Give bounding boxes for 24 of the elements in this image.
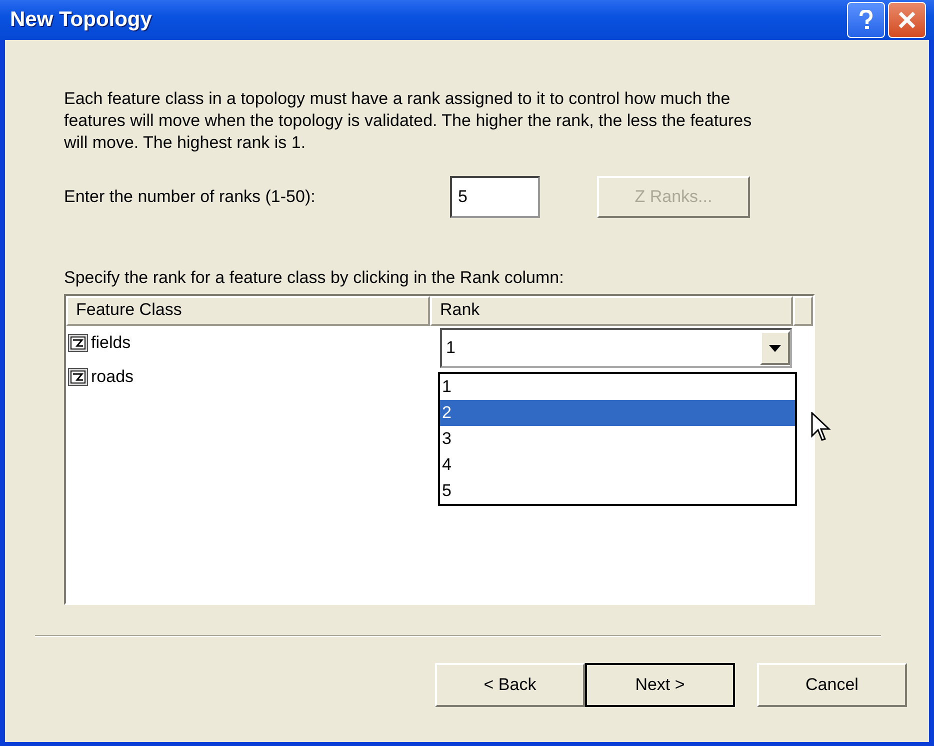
instruction-text: Each feature class in a topology must have a rank assigned to it to control how much the features will move when the topology is validated. The higher the rank, the less the features will move. The highest rank is 1. (64, 88, 753, 154)
table-instruction-text: Specify the rank for a feature class by clicking in the Rank column: (64, 268, 565, 288)
feature-class-icon (68, 334, 88, 352)
wizard-button[interactable]: Cancel (757, 663, 907, 707)
column-header[interactable]: Feature Class (66, 296, 430, 326)
ranks-label: Enter the number of ranks (1-50): (64, 187, 316, 207)
help-icon (858, 10, 874, 30)
close-button[interactable] (888, 2, 926, 38)
dropdown-option[interactable]: 2 (440, 400, 795, 426)
rank-combo-box[interactable]: 1 (440, 328, 792, 368)
wizard-button[interactable]: Next > (585, 663, 735, 707)
close-icon (898, 11, 916, 29)
feature-class-name: roads (91, 367, 134, 387)
help-button[interactable] (847, 2, 885, 38)
window-title: New Topology (10, 8, 152, 32)
dropdown-option[interactable]: 4 (440, 452, 795, 478)
column-header[interactable]: Rank (430, 296, 793, 326)
dropdown-option[interactable]: 5 (440, 478, 795, 504)
feature-class-icon (68, 368, 88, 386)
dropdown-option[interactable]: 1 (440, 374, 795, 400)
dropdown-option[interactable]: 3 (440, 426, 795, 452)
feature-class-name: fields (91, 333, 131, 353)
wizard-button[interactable]: < Back (435, 663, 585, 707)
ranks-input-field[interactable]: 5 (450, 176, 540, 218)
